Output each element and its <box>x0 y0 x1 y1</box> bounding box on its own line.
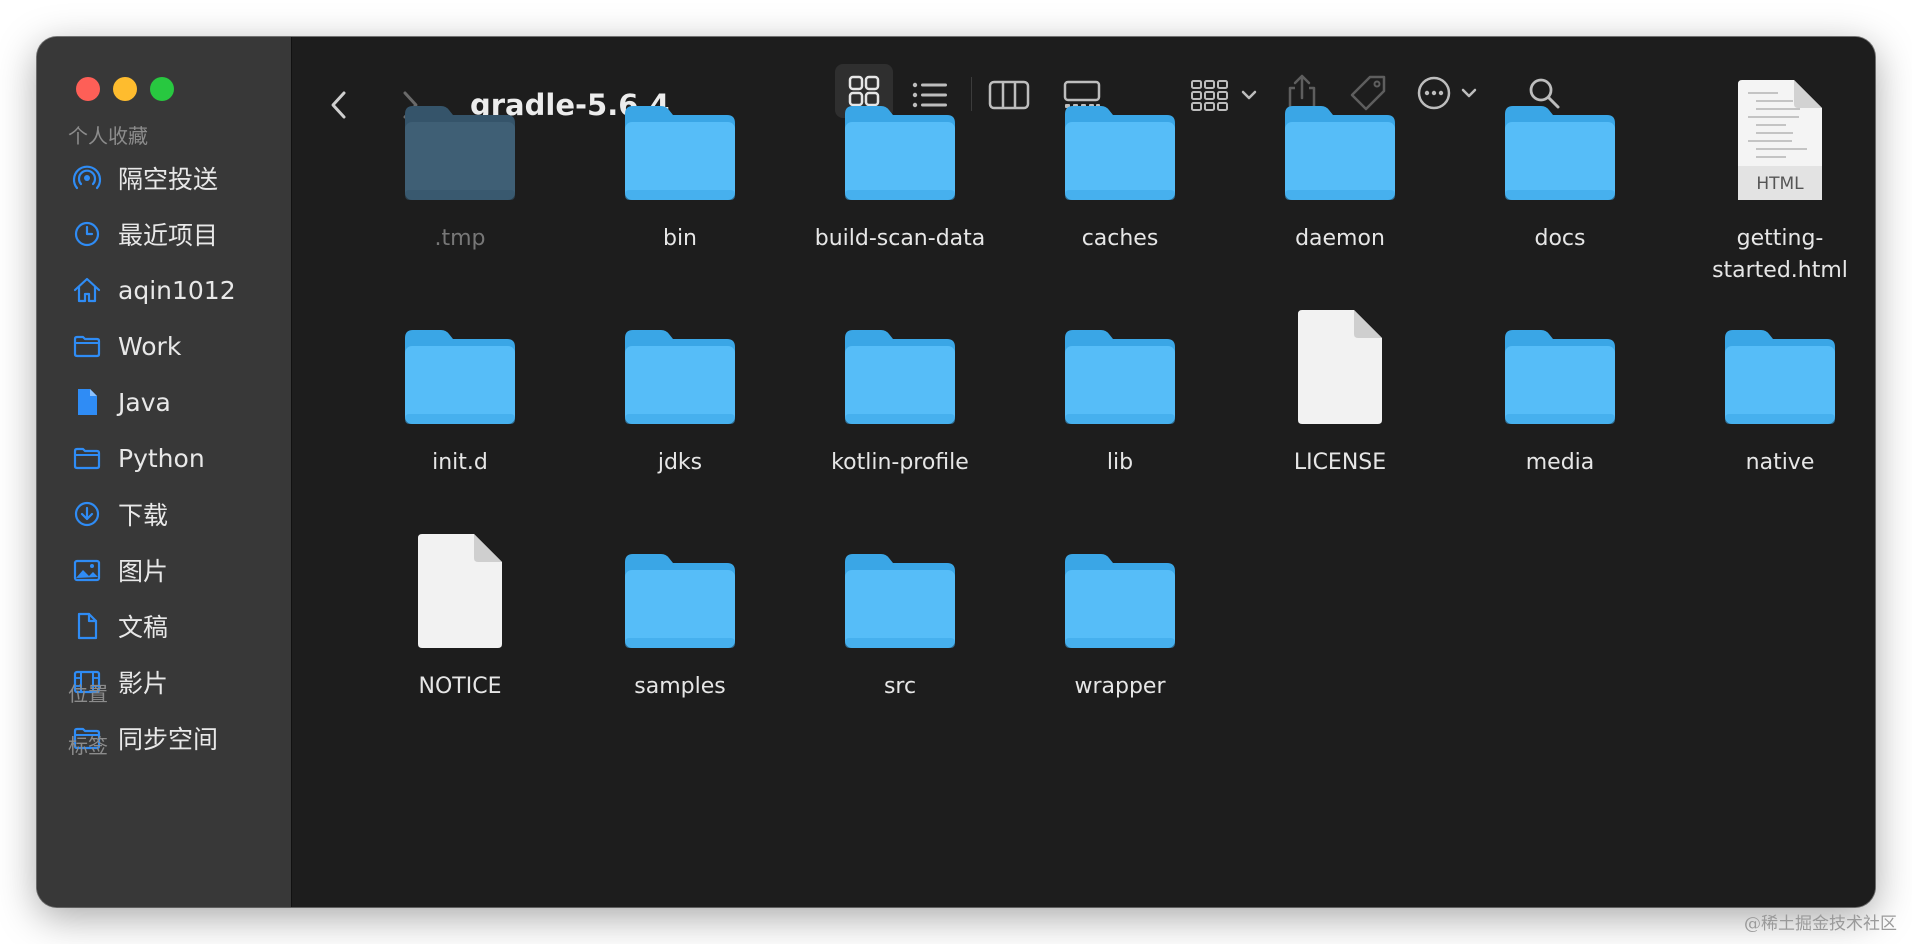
folder-icon <box>1020 530 1220 650</box>
sidebar-item[interactable]: Java <box>37 374 291 430</box>
folder-icon <box>1680 306 1875 426</box>
folder-item[interactable]: bin <box>580 82 780 255</box>
folder-item[interactable]: build-scan-data <box>800 82 1000 255</box>
file-name: native <box>1745 450 1815 475</box>
folder-item[interactable]: lib <box>1020 306 1220 479</box>
file-name: wrapper <box>1074 674 1166 699</box>
file-name: init.d <box>432 450 488 475</box>
sidebar-item[interactable]: aqin1012 <box>37 262 291 318</box>
favorites-heading: 个人收藏 <box>68 124 148 148</box>
locations-heading[interactable]: 位置 <box>68 678 108 707</box>
download-icon <box>72 499 102 529</box>
sidebar-item[interactable]: 下载 <box>37 486 291 542</box>
folder-icon <box>72 331 102 361</box>
sidebar-item[interactable]: Python <box>37 430 291 486</box>
sidebar-item[interactable]: 隔空投送 <box>37 150 291 206</box>
file-name: daemon <box>1295 226 1385 251</box>
file-name: bin <box>662 226 698 251</box>
file-name: samples <box>634 674 726 699</box>
html-file-icon: HTML <box>1680 80 1875 202</box>
sidebar-item-label: 同步空间 <box>118 725 219 754</box>
folder-icon <box>580 530 780 650</box>
file-name: getting- started.html <box>1712 226 1848 283</box>
minimize-window-button[interactable] <box>113 77 137 101</box>
folder-item[interactable]: src <box>800 530 1000 703</box>
sidebar-item-label: 下载 <box>118 501 169 530</box>
tags-heading[interactable]: 标签 <box>68 730 108 759</box>
folder-icon <box>800 306 1000 426</box>
document-icon <box>72 387 102 417</box>
folder-item[interactable]: daemon <box>1240 82 1440 255</box>
chevron-left-icon <box>331 91 346 119</box>
sidebar-item-label: 最近项目 <box>118 221 219 250</box>
folder-icon <box>580 306 780 426</box>
finder-window: 个人收藏 隔空投送最近项目 aqin1012 Work Java Python 下载图片文… <box>37 37 1875 907</box>
folder-icon <box>72 443 102 473</box>
folder-icon <box>1240 82 1440 202</box>
folder-item[interactable]: caches <box>1020 82 1220 255</box>
file-item[interactable]: HTML getting- started.html <box>1680 80 1875 287</box>
file-item[interactable]: NOTICE <box>360 530 560 703</box>
favorites-list: 隔空投送最近项目 aqin1012 Work Java Python 下载图片文稿影片同步… <box>37 150 291 766</box>
watermark: @稀土掘金技术社区 <box>1744 914 1897 934</box>
folder-item[interactable]: jdks <box>580 306 780 479</box>
file-name: jdks <box>657 450 703 475</box>
folder-item[interactable]: native <box>1680 306 1875 479</box>
close-window-button[interactable] <box>76 77 100 101</box>
file-item[interactable]: LICENSE <box>1240 306 1440 479</box>
file-browser: gradle-5.6.4 .tmp bin build-scan-data ca… <box>292 37 1875 907</box>
file-name: src <box>883 674 917 699</box>
folder-icon <box>360 82 560 202</box>
file-type-badge: HTML <box>1756 174 1804 194</box>
document-icon <box>1240 306 1440 426</box>
sidebar-item-label: Java <box>118 387 171 417</box>
home-icon <box>72 275 102 305</box>
document-icon <box>360 530 560 650</box>
folder-icon <box>1020 82 1220 202</box>
folder-item[interactable]: .tmp <box>360 82 560 255</box>
sidebar-item[interactable]: 文稿 <box>37 598 291 654</box>
folder-icon <box>1020 306 1220 426</box>
folder-icon <box>1460 82 1660 202</box>
folder-icon <box>800 82 1000 202</box>
folder-icon <box>360 306 560 426</box>
folder-icon <box>800 530 1000 650</box>
traffic-lights <box>76 77 174 101</box>
document-outline-icon <box>72 611 102 641</box>
sidebar-item-label: 文稿 <box>118 613 169 642</box>
file-name: NOTICE <box>418 674 502 699</box>
file-name: docs <box>1534 226 1586 251</box>
file-name: kotlin-profile <box>831 450 969 475</box>
airdrop-icon <box>72 163 102 193</box>
file-name: lib <box>1106 450 1134 475</box>
sidebar-item[interactable]: 最近项目 <box>37 206 291 262</box>
folder-item[interactable]: media <box>1460 306 1660 479</box>
sidebar-item-label: 影片 <box>118 669 169 698</box>
sidebar-item-label: aqin1012 <box>118 275 236 305</box>
sidebar-item[interactable]: 图片 <box>37 542 291 598</box>
clock-icon <box>72 219 102 249</box>
back-button[interactable] <box>322 87 358 123</box>
sidebar: 个人收藏 隔空投送最近项目 aqin1012 Work Java Python 下载图片文… <box>37 37 292 907</box>
file-name: .tmp <box>434 226 486 251</box>
file-name: media <box>1525 450 1595 475</box>
sidebar-item[interactable]: Work <box>37 318 291 374</box>
sidebar-item-label: Python <box>118 443 205 473</box>
folder-item[interactable]: docs <box>1460 82 1660 255</box>
folder-item[interactable]: init.d <box>360 306 560 479</box>
sidebar-item-label: Work <box>118 331 182 361</box>
folder-icon <box>1460 306 1660 426</box>
file-name: build-scan-data <box>814 226 986 251</box>
zoom-window-button[interactable] <box>150 77 174 101</box>
sidebar-item-label: 隔空投送 <box>118 165 219 194</box>
folder-item[interactable]: wrapper <box>1020 530 1220 703</box>
folder-item[interactable]: samples <box>580 530 780 703</box>
folder-icon <box>580 82 780 202</box>
file-name: LICENSE <box>1293 450 1387 475</box>
sidebar-item-label: 图片 <box>118 557 169 586</box>
folder-item[interactable]: kotlin-profile <box>800 306 1000 479</box>
photo-icon <box>72 555 102 585</box>
file-name: caches <box>1081 226 1159 251</box>
